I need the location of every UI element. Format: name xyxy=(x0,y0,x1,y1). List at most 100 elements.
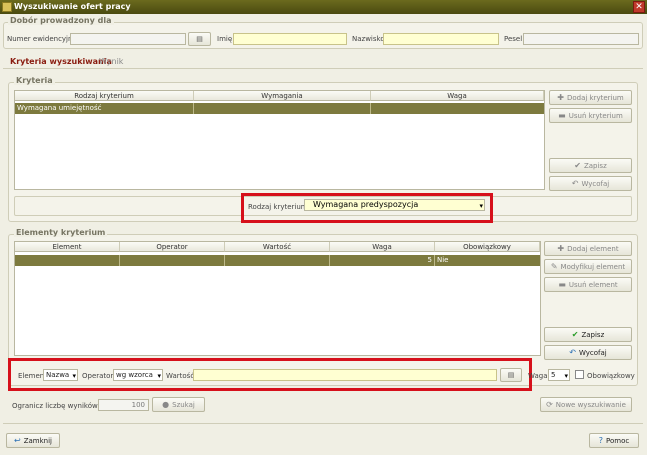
elementy-cell-wartosc xyxy=(225,255,330,266)
footer-divider xyxy=(3,423,643,424)
kryteria-cell-wymagania xyxy=(194,103,371,114)
search-label: Szukaj xyxy=(172,401,195,409)
help-label: Pomoc xyxy=(606,437,630,445)
wartosc-field[interactable] xyxy=(193,369,497,381)
kryteria-col-waga[interactable]: Waga xyxy=(371,91,544,101)
help-button[interactable]: ? Pomoc xyxy=(589,433,639,448)
chevron-down-icon: ▾ xyxy=(72,372,76,380)
element-select[interactable]: Nazwa ▾ xyxy=(43,369,78,381)
plus-icon: ✚ xyxy=(557,93,564,102)
waga-select[interactable]: 5 ▾ xyxy=(548,369,570,381)
check-icon: ✔ xyxy=(571,330,579,339)
search-button[interactable]: ● Szukaj xyxy=(152,397,205,412)
save-kryterium-label: Zapisz xyxy=(583,162,607,170)
chevron-down-icon: ▾ xyxy=(157,372,161,380)
operator-select-value: wg wzorca xyxy=(116,371,153,379)
elementy-cell-obowiazkowy: Nie xyxy=(437,256,449,264)
new-search-button[interactable]: ⟳ Nowe wyszukiwanie xyxy=(540,397,632,412)
kryteria-col-rodzaj[interactable]: Rodzaj kryterium xyxy=(15,91,194,101)
add-kryterium-label: Dodaj kryterium xyxy=(566,94,624,102)
dobor-group-title: Dobór prowadzony dla xyxy=(8,16,114,25)
check-icon: ✔ xyxy=(574,161,581,170)
elementy-group-title: Elementy kryterium xyxy=(14,228,108,237)
window-title: Wyszukiwanie ofert pracy xyxy=(0,0,647,14)
table-row[interactable]: Wymagana umiejętność xyxy=(15,103,544,114)
remove-kryterium-button[interactable]: ▬ Usuń kryterium xyxy=(549,108,632,123)
wartosc-label: Wartość xyxy=(166,372,195,380)
pesel-field[interactable] xyxy=(523,33,639,45)
add-element-label: Dodaj element xyxy=(567,245,619,253)
imie-label: Imię xyxy=(217,35,233,43)
kryteria-table[interactable]: Rodzaj kryterium Wymagania Waga Wymagana… xyxy=(14,90,545,190)
minus-icon: ▬ xyxy=(558,111,566,120)
numer-label: Numer ewidencyjny xyxy=(7,35,77,43)
edit-icon: ✎ xyxy=(550,262,558,271)
close-label: Zamknij xyxy=(23,437,52,445)
minus-icon: ▬ xyxy=(558,280,566,289)
add-kryterium-button[interactable]: ✚ Dodaj kryterium xyxy=(549,90,632,105)
imie-field[interactable] xyxy=(233,33,347,45)
numer-field[interactable] xyxy=(70,33,186,45)
refresh-icon: ⟳ xyxy=(546,400,553,409)
elementy-col-wartosc[interactable]: Wartość xyxy=(225,242,330,252)
add-element-button[interactable]: ✚ Dodaj element xyxy=(544,241,632,256)
save-kryterium-button[interactable]: ✔ Zapisz xyxy=(549,158,632,173)
pesel-label: Pesel xyxy=(504,35,523,43)
limit-field[interactable]: 100 xyxy=(98,399,149,411)
tab-kryteria[interactable]: Kryteria wyszukiwania xyxy=(10,57,112,66)
save-element-label: Zapisz xyxy=(581,331,605,339)
obowiazkowy-checkbox[interactable] xyxy=(575,370,584,379)
search-icon: ● xyxy=(162,400,170,409)
elementy-col-waga[interactable]: Waga xyxy=(330,242,435,252)
elementy-cell-operator xyxy=(120,255,225,266)
modify-element-button[interactable]: ✎ Modyfikuj element xyxy=(544,259,632,274)
elementy-col-element[interactable]: Element xyxy=(15,242,120,252)
kryteria-cell-rodzaj: Wymagana umiejętność xyxy=(15,103,194,114)
tab-divider xyxy=(3,68,643,69)
elementy-col-obowiazkowy[interactable]: Obowiązkowy xyxy=(435,242,540,252)
chevron-down-icon: ▾ xyxy=(564,372,568,380)
revert-kryterium-button[interactable]: ↶ Wycofaj xyxy=(549,176,632,191)
elementy-cell-element xyxy=(15,255,120,266)
kryteria-col-wymagania[interactable]: Wymagania xyxy=(194,91,371,101)
help-icon: ? xyxy=(598,436,604,445)
remove-element-button[interactable]: ▬ Usuń element xyxy=(544,277,632,292)
exit-icon: ↩ xyxy=(14,436,21,445)
remove-kryterium-label: Usuń kryterium xyxy=(568,112,623,120)
obowiazkowy-label: Obowiązkowy xyxy=(587,372,635,380)
rodzaj-label: Rodzaj kryterium xyxy=(248,203,308,211)
element-select-value: Nazwa xyxy=(46,371,70,379)
rodzaj-select[interactable]: Wymagana predyspozycja ▾ xyxy=(304,199,485,211)
modify-element-label: Modyfikuj element xyxy=(560,263,626,271)
undo-icon: ↶ xyxy=(571,179,579,188)
remove-element-label: Usuń element xyxy=(568,281,618,289)
nazwisko-label: Nazwisko xyxy=(352,35,385,43)
app-icon xyxy=(2,2,12,12)
waga-label: Waga xyxy=(528,372,548,380)
waga-select-value: 5 xyxy=(551,371,556,379)
wartosc-lookup-button[interactable]: ▤ xyxy=(500,368,522,382)
kryteria-cell-waga xyxy=(371,103,544,114)
nazwisko-field[interactable] xyxy=(383,33,499,45)
chevron-down-icon: ▾ xyxy=(479,202,483,210)
revert-kryterium-label: Wycofaj xyxy=(581,180,610,188)
limit-label: Ogranicz liczbę wyników do xyxy=(12,402,109,410)
kryteria-group-title: Kryteria xyxy=(14,76,55,85)
save-element-button[interactable]: ✔ Zapisz xyxy=(544,327,632,342)
new-search-label: Nowe wyszukiwanie xyxy=(555,401,626,409)
numer-lookup-button[interactable]: ▤ xyxy=(188,32,211,46)
table-row[interactable]: 5 Nie xyxy=(15,255,540,266)
operator-label: Operator xyxy=(82,372,114,380)
revert-element-label: Wycofaj xyxy=(578,349,607,357)
rodzaj-select-value: Wymagana predyspozycja xyxy=(313,200,419,209)
elementy-cell-waga: 5 xyxy=(330,255,435,266)
close-window-button[interactable]: ✕ xyxy=(633,1,645,13)
plus-icon: ✚ xyxy=(557,244,565,253)
close-button[interactable]: ↩ Zamknij xyxy=(6,433,60,448)
tab-wynik[interactable]: Wynik xyxy=(99,57,123,66)
revert-element-button[interactable]: ↶ Wycofaj xyxy=(544,345,632,360)
elementy-table[interactable]: Element Operator Wartość Waga Obowiązkow… xyxy=(14,241,541,356)
elementy-col-operator[interactable]: Operator xyxy=(120,242,225,252)
limit-value: 100 xyxy=(131,401,145,409)
operator-select[interactable]: wg wzorca ▾ xyxy=(113,369,163,381)
